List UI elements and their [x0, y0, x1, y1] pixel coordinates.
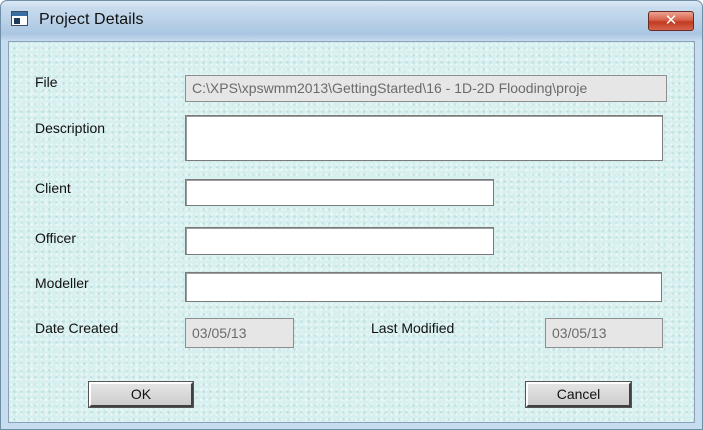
- close-button[interactable]: ✕: [648, 11, 694, 31]
- file-label: File: [35, 74, 58, 90]
- app-window-icon: [11, 11, 28, 26]
- project-details-dialog: Project Details ✕ File C:\XPS\xpswmm2013…: [0, 0, 703, 430]
- date-created-label: Date Created: [35, 320, 119, 336]
- date-created-field: 03/05/13: [185, 318, 294, 348]
- window-title: Project Details: [39, 11, 144, 28]
- file-path-field: C:\XPS\xpswmm2013\GettingStarted\16 - 1D…: [185, 75, 667, 102]
- close-icon: ✕: [664, 12, 678, 29]
- modeller-label: Modeller: [35, 275, 89, 291]
- client-field[interactable]: [185, 179, 494, 206]
- description-field[interactable]: [185, 115, 663, 161]
- title-bar[interactable]: Project Details ✕: [1, 1, 702, 41]
- cancel-button[interactable]: Cancel: [525, 381, 632, 408]
- modeller-field[interactable]: [185, 272, 662, 302]
- last-modified-field: 03/05/13: [545, 318, 663, 348]
- dialog-body: File C:\XPS\xpswmm2013\GettingStarted\16…: [8, 41, 695, 423]
- officer-label: Officer: [35, 230, 76, 246]
- officer-field[interactable]: [185, 227, 494, 255]
- client-label: Client: [35, 180, 71, 196]
- description-label: Description: [35, 120, 106, 136]
- ok-button[interactable]: OK: [88, 381, 194, 408]
- last-modified-label: Last Modified: [371, 320, 455, 336]
